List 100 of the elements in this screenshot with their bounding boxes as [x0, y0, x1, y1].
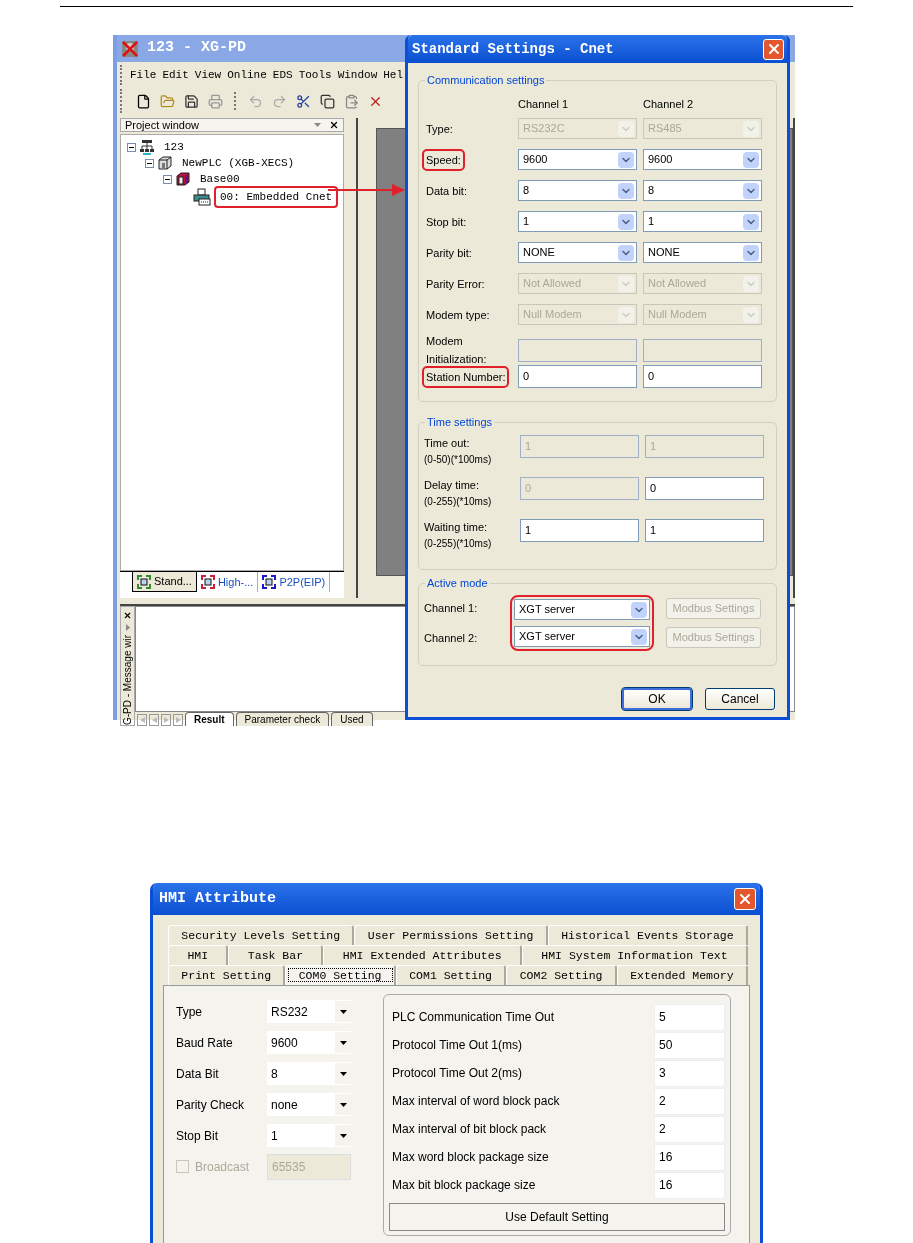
tab[interactable]: Task Bar [228, 945, 324, 965]
chevron-down-icon [743, 182, 759, 199]
field-label: Time out: [424, 436, 471, 451]
printer-button[interactable] [206, 92, 224, 110]
undo-icon [247, 93, 263, 109]
dialog-button[interactable]: OK [622, 688, 692, 710]
dropdown[interactable]: 9600 [643, 149, 762, 170]
last-tab-button[interactable] [173, 714, 183, 726]
menu-item[interactable]: Window [337, 66, 378, 84]
copy-button[interactable] [318, 92, 336, 110]
text-field[interactable]: 1 [520, 519, 639, 542]
text-field[interactable]: 16 [654, 1171, 725, 1199]
collapse-toggle[interactable] [145, 158, 154, 168]
chevron-down-icon [618, 151, 634, 168]
close-icon [737, 891, 753, 907]
new-file-icon [135, 93, 151, 109]
close-icon[interactable] [123, 611, 132, 620]
chevron-down-icon [618, 306, 634, 323]
field-label: Type [176, 1003, 203, 1021]
tab[interactable]: COM1 Setting [395, 965, 507, 985]
tab[interactable]: Security Levels Setting [168, 925, 355, 945]
chevron-down-icon [743, 213, 759, 230]
range-hint: (0-255)(*10ms) [424, 495, 493, 509]
close-button[interactable] [763, 38, 784, 60]
panel-tab[interactable]: Result [185, 712, 234, 726]
redo-icon [271, 93, 287, 109]
close-button[interactable] [734, 888, 756, 910]
open-folder-button[interactable] [158, 92, 176, 110]
tab[interactable]: HMI [168, 945, 229, 965]
panel-tab[interactable]: Used [331, 712, 373, 726]
use-default-button[interactable]: Use Default Setting [389, 1203, 725, 1231]
last-icon [175, 717, 181, 723]
text-field[interactable]: 0 [645, 477, 764, 500]
tab[interactable]: COM2 Setting [506, 965, 617, 985]
field-label: Parity Error: [425, 276, 486, 292]
menu-item[interactable]: File [130, 66, 157, 84]
dropdown[interactable]: 1 [518, 211, 637, 232]
dropdown[interactable]: NONE [643, 242, 762, 263]
menu-item[interactable]: Hel [383, 66, 404, 84]
tab[interactable]: HMI System Information Text [521, 945, 748, 965]
next-tab-button[interactable] [161, 714, 171, 726]
chevron-down-icon [618, 213, 634, 230]
text-field[interactable]: 5 [654, 1003, 725, 1031]
menu-item[interactable]: Tools [298, 66, 332, 84]
dropdown[interactable]: 9600 [518, 149, 637, 170]
caret-down-icon [335, 1032, 351, 1053]
field-label: Protocol Time Out 2(ms) [391, 1065, 524, 1082]
text-field[interactable]: 0 [518, 365, 637, 388]
dropdown-arrow-icon[interactable] [314, 123, 321, 127]
menu-item[interactable]: EDS [272, 66, 293, 84]
tab[interactable]: User Permissions Setting [354, 925, 548, 945]
panel-tab[interactable]: Stand... [132, 572, 197, 592]
dropdown[interactable]: 1 [643, 211, 762, 232]
cut-button[interactable] [294, 92, 312, 110]
dropdown[interactable]: RS232 [267, 1000, 351, 1023]
range-hint: (0-255)(*10ms) [424, 537, 493, 551]
tab[interactable]: HMI Extended Attributes [323, 945, 522, 965]
field-label: Stop bit: [425, 214, 468, 230]
dropdown[interactable]: 1 [267, 1124, 351, 1147]
tree-item[interactable]: 00: Embedded Cnet [214, 185, 339, 209]
tab[interactable]: Historical Events Storage [547, 925, 748, 945]
field-label: Channel 2: [424, 631, 479, 646]
cut-icon [295, 93, 311, 109]
field-label: Delay time: [424, 478, 481, 493]
save-button[interactable] [182, 92, 200, 110]
module-icon [262, 575, 277, 589]
dropdown[interactable]: 9600 [267, 1031, 351, 1054]
dropdown[interactable]: 8 [267, 1062, 351, 1085]
text-field[interactable]: 50 [654, 1031, 725, 1059]
field-label: Max interval of word block pack [391, 1093, 561, 1110]
dropdown[interactable]: NONE [518, 242, 637, 263]
dialog-button[interactable]: Cancel [705, 688, 775, 710]
text-field[interactable]: 3 [654, 1059, 725, 1087]
cube-icon [157, 155, 173, 171]
dropdown[interactable]: XGT server [514, 599, 650, 620]
menu-item[interactable]: View [194, 66, 222, 84]
previous-tab-button[interactable] [149, 714, 159, 726]
close-icon[interactable] [329, 120, 339, 130]
panel-tab[interactable]: Parameter check [235, 712, 330, 726]
collapse-toggle[interactable] [163, 174, 172, 184]
text-field[interactable]: 0 [643, 365, 762, 388]
menu-item[interactable]: Edit [162, 66, 189, 84]
network-icon [139, 139, 155, 155]
dropdown[interactable]: XGT server [514, 626, 650, 647]
dropdown[interactable]: 8 [518, 180, 637, 201]
tab[interactable]: COM0 Setting [285, 965, 396, 985]
tab[interactable]: Extended Memory [616, 965, 748, 985]
text-field[interactable]: 1 [645, 519, 764, 542]
menu-item[interactable]: Online [227, 66, 267, 84]
text-field[interactable]: 2 [654, 1115, 725, 1143]
text-field[interactable]: 2 [654, 1087, 725, 1115]
dropdown[interactable]: none [267, 1093, 351, 1116]
collapse-toggle[interactable] [127, 142, 136, 152]
chevron-down-icon [631, 601, 647, 618]
tab[interactable]: Print Setting [168, 965, 286, 985]
open-folder-icon [159, 93, 175, 109]
first-tab-button[interactable] [137, 714, 147, 726]
text-field[interactable]: 16 [654, 1143, 725, 1171]
dropdown-arrow-icon[interactable] [125, 624, 130, 631]
dropdown[interactable]: 8 [643, 180, 762, 201]
